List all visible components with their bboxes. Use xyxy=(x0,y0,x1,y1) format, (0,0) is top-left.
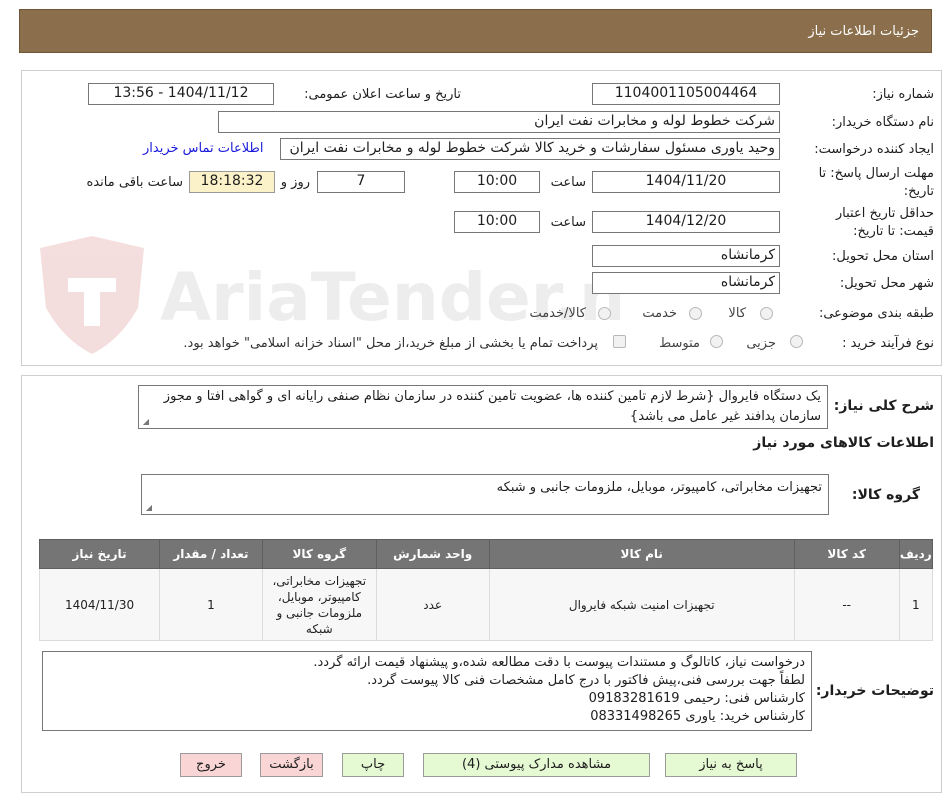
resize-handle-icon[interactable]: ◢ xyxy=(141,418,149,426)
col-header-row-number: ردیف xyxy=(898,539,934,569)
cell-code: -- xyxy=(793,568,900,641)
buyer-org-label: نام دستگاه خریدار: xyxy=(831,115,934,130)
deadline-label-line1: مهلت ارسال پاسخ: تا xyxy=(818,166,934,181)
summary-label: شرح کلی نیاز: xyxy=(833,398,934,414)
goods-section-title: اطلاعات کالاهای مورد نیاز xyxy=(753,435,934,451)
cell-need-date: 1404/11/30 xyxy=(38,568,161,641)
print-button[interactable]: چاپ xyxy=(342,753,404,777)
cell-quantity: 1 xyxy=(159,568,263,641)
exit-button[interactable]: خروج xyxy=(180,753,242,777)
process-type-label: نوع فرآیند خرید : xyxy=(842,336,934,351)
announce-datetime-label: تاریخ و ساعت اعلان عمومی: xyxy=(304,87,461,102)
col-header-need-date: تاریخ نیاز xyxy=(38,539,161,569)
category-option-goods: کالا xyxy=(728,306,746,321)
reply-button[interactable]: پاسخ به نیاز xyxy=(665,753,797,777)
announce-datetime-field: 1404/11/12 - 13:56 xyxy=(88,83,274,105)
deadline-time-label: ساعت xyxy=(550,175,586,190)
goods-group-label: گروه کالا: xyxy=(851,487,920,503)
goods-group-text: تجهیزات مخابراتی، کامپیوتر، موبایل، ملزو… xyxy=(496,480,822,495)
countdown-timer: 18:18:32 xyxy=(189,171,275,193)
days-label: روز و xyxy=(280,175,310,190)
validity-label-line2: قیمت: تا تاریخ: xyxy=(853,224,934,239)
category-radio-goods[interactable] xyxy=(760,307,773,320)
col-header-group: گروه کالا xyxy=(261,539,377,569)
requester-label: ایجاد کننده درخواست: xyxy=(814,142,934,157)
validity-label-line1: حداقل تاریخ اعتبار xyxy=(835,206,934,221)
category-label: طبقه بندی موضوعی: xyxy=(818,306,934,321)
city-field: کرمانشاه xyxy=(592,272,780,294)
city-label: شهر محل تحویل: xyxy=(839,276,934,291)
treasury-payment-note: پرداخت تمام یا بخشی از مبلغ خرید،از محل … xyxy=(183,336,598,351)
buyer-notes-label: توضیحات خریدار: xyxy=(815,683,934,699)
col-header-unit: واحد شمارش xyxy=(375,539,490,569)
process-radio-minor[interactable] xyxy=(790,335,803,348)
buyer-note-line: کارشناس فنی: رحیمی 09183281619 xyxy=(588,691,805,706)
col-header-name: نام کالا xyxy=(488,539,795,569)
need-number-field: 1104001105004464 xyxy=(592,83,780,105)
table-header-row: ردیف کد کالا نام کالا واحد شمارش گروه کا… xyxy=(38,539,934,569)
treasury-payment-checkbox[interactable] xyxy=(613,335,626,348)
buyer-contact-link[interactable]: اطلاعات تماس خریدار xyxy=(143,141,263,156)
summary-textarea[interactable]: یک دستگاه فایروال {شرط لازم تامین کننده … xyxy=(138,385,828,429)
cell-unit: عدد xyxy=(375,568,490,641)
buyer-note-line: درخواست نیاز، کاتالوگ و مستندات پیوست با… xyxy=(313,655,805,670)
page-title: جزئیات اطلاعات نیاز xyxy=(808,24,919,39)
province-field: کرمانشاه xyxy=(592,245,780,267)
goods-group-textarea[interactable]: تجهیزات مخابراتی، کامپیوتر، موبایل، ملزو… xyxy=(141,474,829,515)
process-radio-medium[interactable] xyxy=(710,335,723,348)
deadline-label-line2: تاریخ: xyxy=(903,184,934,199)
process-option-minor: جزیی xyxy=(746,336,776,351)
page-title-bar: جزئیات اطلاعات نیاز xyxy=(19,9,932,53)
need-number-label: شماره نیاز: xyxy=(872,87,934,102)
remaining-days-field: 7 xyxy=(317,171,405,193)
buyer-org-field: شرکت خطوط لوله و مخابرات نفت ایران xyxy=(218,111,780,133)
cell-name: تجهیزات امنیت شبکه فایروال xyxy=(488,568,795,641)
buyer-notes-textarea[interactable]: درخواست نیاز، کاتالوگ و مستندات پیوست با… xyxy=(42,651,812,731)
col-header-quantity: تعداد / مقدار xyxy=(159,539,263,569)
deadline-time-field: 10:00 xyxy=(454,171,540,193)
process-option-medium: متوسط xyxy=(659,336,700,351)
items-table: ردیف کد کالا نام کالا واحد شمارش گروه کا… xyxy=(38,539,934,641)
validity-date-field: 1404/12/20 xyxy=(592,211,780,233)
category-radio-service[interactable] xyxy=(689,307,702,320)
cell-group: تجهیزات مخابراتی، کامپیوتر، موبایل، ملزو… xyxy=(261,568,377,641)
summary-text: یک دستگاه فایروال {شرط لازم تامین کننده … xyxy=(163,389,821,424)
province-label: استان محل تحویل: xyxy=(832,249,934,264)
deadline-date-field: 1404/11/20 xyxy=(592,171,780,193)
cell-row-number: 1 xyxy=(898,568,934,641)
buyer-note-line: لطفاً جهت بررسی فنی،پیش فاکتور با درج کا… xyxy=(367,673,805,688)
requester-field: وحید یاوری مسئول سفارشات و خرید کالا شرک… xyxy=(280,138,780,160)
category-option-service: خدمت xyxy=(642,306,677,321)
remaining-time-label: ساعت باقی مانده xyxy=(86,175,183,190)
back-button[interactable]: بازگشت xyxy=(260,753,323,777)
validity-time-field: 10:00 xyxy=(454,211,540,233)
category-radio-goods-service[interactable] xyxy=(598,307,611,320)
col-header-code: کد کالا xyxy=(793,539,900,569)
buyer-note-line: کارشناس خرید: یاوری 08331498265 xyxy=(590,709,805,724)
category-option-goods-service: کالا/خدمت xyxy=(529,306,586,321)
table-row: 1 -- تجهیزات امنیت شبکه فایروال عدد تجهی… xyxy=(38,568,934,641)
validity-time-label: ساعت xyxy=(550,215,586,230)
resize-handle-icon[interactable]: ◢ xyxy=(144,504,152,512)
view-attachments-button[interactable]: مشاهده مدارک پیوستی (4) xyxy=(423,753,650,777)
